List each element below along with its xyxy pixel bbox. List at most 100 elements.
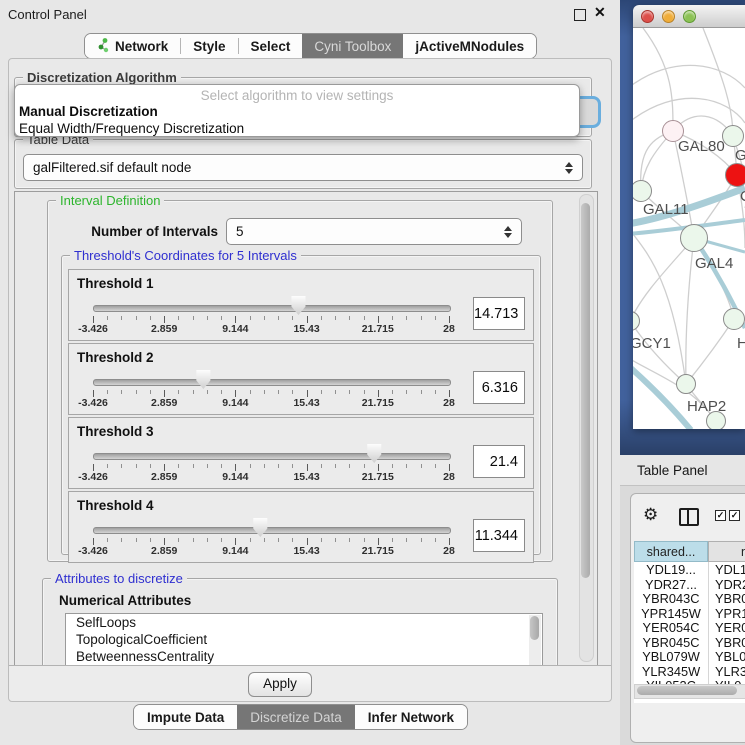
number-of-intervals-value: 5 — [227, 224, 244, 239]
tick-label: 15.43 — [293, 471, 319, 483]
spinner-arrows-icon — [504, 226, 512, 238]
list-scrollbar[interactable] — [529, 615, 541, 667]
network-canvas[interactable]: GAL80 GA C GAL11 GAL4 GCY1 H HAP2 — [633, 28, 745, 429]
slider-thumb[interactable] — [290, 296, 306, 315]
cell[interactable]: YLR345W — [634, 664, 708, 679]
slider-track[interactable] — [93, 527, 451, 534]
cell[interactable]: YBL079W — [634, 649, 708, 664]
cell[interactable]: YBL0 — [708, 649, 745, 664]
list-item[interactable]: BetweennessCentrality — [66, 648, 542, 665]
tab-network[interactable]: Network — [85, 34, 180, 58]
cell[interactable]: YER054C — [634, 620, 708, 635]
tick-label: -3.426 — [78, 545, 108, 557]
table-data-group: Table Data galFiltered.sif default node — [14, 139, 592, 189]
number-of-intervals-label: Number of Intervals — [56, 224, 218, 239]
threshold-2-value-field[interactable]: 6.316 — [473, 371, 525, 404]
algorithm-dropdown-prompt: Select algorithm to view settings — [15, 85, 579, 103]
bottom-tab-bar: Impute Data Discretize Data Infer Networ… — [133, 704, 468, 730]
slider-track[interactable] — [93, 305, 451, 312]
tick-label: 2.859 — [151, 471, 177, 483]
table-data-combobox[interactable]: galFiltered.sif default node — [23, 154, 583, 181]
cell[interactable]: YBR0 — [708, 635, 745, 650]
node-label: GAL80 — [678, 138, 725, 155]
tab-select-label: Select — [251, 39, 291, 54]
tick-label: -3.426 — [78, 323, 108, 335]
vertical-scrollbar[interactable] — [579, 194, 594, 662]
panel-scrollbar-area — [578, 191, 596, 665]
apply-button[interactable]: Apply — [248, 672, 312, 697]
network-node[interactable] — [680, 224, 708, 252]
table-rows: YDL19...YDL1 YDR27...YDR2 YBR043CYBR0 YP… — [634, 562, 745, 684]
table-row[interactable]: YDR27...YDR2 — [634, 577, 745, 592]
gear-icon[interactable]: ⚙ — [643, 505, 658, 525]
table-row[interactable]: YBR045CYBR0 — [634, 635, 745, 650]
tick-label: 28 — [443, 545, 455, 557]
cell[interactable]: YPR1 — [708, 606, 745, 621]
horizontal-scrollbar[interactable] — [634, 684, 745, 699]
settings-scroll-panel: Interval Definition Number of Intervals … — [14, 191, 598, 667]
column-header-name[interactable]: na — [708, 541, 745, 562]
cell[interactable]: YER0 — [708, 620, 745, 635]
checkbox-icon[interactable]: ✓ — [729, 510, 740, 521]
tick-label: 28 — [443, 397, 455, 409]
cell[interactable]: YDL19... — [634, 562, 708, 577]
tab-discretize-data[interactable]: Discretize Data — [237, 705, 355, 729]
threshold-4-value-field[interactable]: 11.344 — [473, 519, 525, 552]
tab-style[interactable]: Style — [181, 34, 237, 58]
minimize-traffic-light-icon[interactable] — [662, 10, 675, 23]
checkbox-icon[interactable]: ✓ — [715, 510, 726, 521]
tick-label: 2.859 — [151, 397, 177, 409]
cell[interactable]: YBR0 — [708, 591, 745, 606]
slider-thumb[interactable] — [252, 518, 268, 537]
cell[interactable]: YDR2 — [708, 577, 745, 592]
cell[interactable]: YDR27... — [634, 577, 708, 592]
cell[interactable]: YDL1 — [708, 562, 745, 577]
tick-label: 9.144 — [222, 397, 248, 409]
cell[interactable]: YLR3 — [708, 664, 745, 679]
threshold-3-value-field[interactable]: 21.4 — [473, 445, 525, 478]
table-row[interactable]: YLR345WYLR3 — [634, 664, 745, 679]
float-window-icon[interactable] — [574, 9, 586, 21]
algorithm-option-manual[interactable]: Manual Discretization — [15, 103, 579, 120]
list-item[interactable]: TopologicalCoefficient — [66, 631, 542, 648]
close-traffic-light-icon[interactable] — [641, 10, 654, 23]
network-node[interactable] — [723, 308, 745, 330]
network-node[interactable] — [722, 125, 744, 147]
discretization-algorithm-title: Discretization Algorithm — [23, 70, 181, 85]
table-row[interactable]: YBR043CYBR0 — [634, 591, 745, 606]
number-of-intervals-spinner[interactable]: 5 — [226, 218, 522, 245]
tab-select[interactable]: Select — [239, 34, 303, 58]
tab-cyni-toolbox[interactable]: Cyni Toolbox — [302, 34, 403, 58]
node-label: HAP2 — [687, 398, 726, 415]
close-icon[interactable]: ✕ — [594, 4, 606, 21]
network-window-titlebar[interactable] — [633, 5, 745, 28]
slider-thumb[interactable] — [366, 444, 382, 463]
cell[interactable]: YBR045C — [634, 635, 708, 650]
slider-tick-labels: -3.426 2.859 9.144 15.43 21.715 28 — [93, 323, 449, 336]
slider-tick-labels: -3.426 2.859 9.144 15.43 21.715 28 — [93, 471, 449, 484]
tab-impute-data[interactable]: Impute Data — [134, 705, 237, 729]
table-row[interactable]: YDL19...YDL1 — [634, 562, 745, 577]
cell[interactable]: YBR043C — [634, 591, 708, 606]
table-row[interactable]: YPR145WYPR1 — [634, 606, 745, 621]
zoom-traffic-light-icon[interactable] — [683, 10, 696, 23]
split-columns-icon[interactable] — [679, 508, 699, 526]
table-row[interactable]: YBL079WYBL0 — [634, 649, 745, 664]
apply-button-bar: Apply — [9, 665, 611, 701]
threshold-1-value-field[interactable]: 14.713 — [473, 297, 525, 330]
network-node-selected[interactable] — [725, 163, 745, 187]
algorithm-option-equal-width[interactable]: Equal Width/Frequency Discretization — [15, 120, 579, 137]
network-node[interactable] — [676, 374, 696, 394]
node-label: GAL4 — [695, 255, 733, 272]
cell[interactable]: YPR145W — [634, 606, 708, 621]
tab-infer-network[interactable]: Infer Network — [355, 705, 467, 729]
table-row[interactable]: YER054CYER0 — [634, 620, 745, 635]
column-header-shared-name[interactable]: shared... — [634, 541, 708, 562]
slider-track[interactable] — [93, 379, 451, 386]
tick-label: -3.426 — [78, 397, 108, 409]
slider-track[interactable] — [93, 453, 451, 460]
interval-definition-title: Interval Definition — [56, 193, 164, 208]
slider-thumb[interactable] — [195, 370, 211, 389]
tab-jactivemnodules[interactable]: jActiveMNodules — [403, 34, 536, 58]
list-item[interactable]: SelfLoops — [66, 614, 542, 631]
